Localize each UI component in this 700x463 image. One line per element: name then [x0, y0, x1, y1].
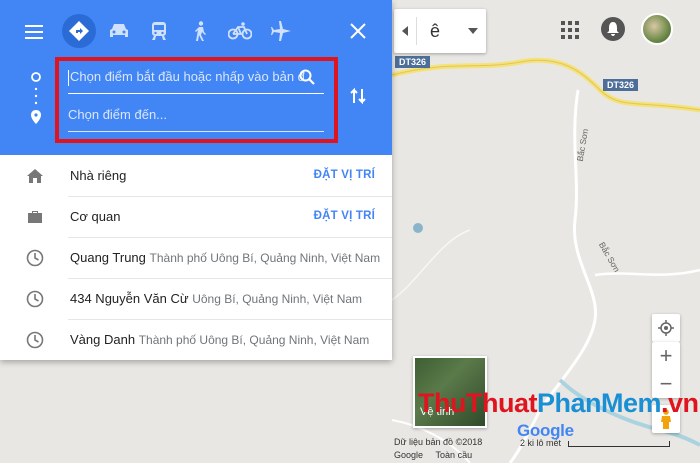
directions-panel: Chọn điểm bắt đầu hoặc nhấp vào bản đ Ch… [0, 0, 392, 360]
notifications-button[interactable] [601, 17, 625, 41]
car-icon [110, 24, 128, 37]
route-dots-icon [31, 72, 41, 124]
highlight-box [55, 57, 338, 143]
home-icon [27, 169, 43, 183]
history-icon [26, 249, 44, 267]
flight-icon [271, 21, 291, 41]
attribution-line: Dữ liệu bản đồ ©2018 [394, 437, 483, 447]
directions-icon [69, 21, 89, 41]
close-icon [350, 23, 366, 39]
recent-place-title: 434 Nguyễn Văn Cừ [70, 291, 189, 306]
mode-transit-button[interactable] [146, 18, 172, 44]
travel-mode-bar [0, 0, 392, 62]
layer-selector[interactable]: ê [394, 9, 486, 53]
swap-button[interactable] [346, 84, 370, 108]
attribution-google[interactable]: Google [394, 450, 423, 460]
chevron-down-icon [468, 28, 478, 34]
mode-walking-button[interactable] [187, 18, 213, 44]
divider [416, 17, 417, 45]
my-location-icon [658, 320, 674, 336]
recent-place-title: Quang Trung [70, 250, 146, 265]
set-home-button[interactable]: ĐẶT VỊ TRÍ [314, 155, 375, 196]
road-label: DT326 [395, 56, 431, 68]
swap-icon [350, 87, 366, 105]
my-location-button[interactable] [652, 314, 680, 342]
close-button[interactable] [346, 19, 370, 43]
briefcase-icon [28, 211, 42, 223]
mode-car-button[interactable] [106, 18, 132, 44]
transit-icon [152, 22, 166, 40]
list-item[interactable]: Quang Trung Thành phố Uông Bí, Quảng Nin… [0, 237, 392, 278]
recent-place-title: Vàng Danh [70, 332, 136, 347]
watermark-part: .vn [661, 388, 699, 418]
watermark-part: ThuThuat [418, 388, 537, 418]
set-work-button[interactable]: ĐẶT VỊ TRÍ [314, 196, 375, 237]
collapse-panel-button[interactable] [394, 9, 416, 53]
chevron-left-icon [402, 26, 408, 36]
mode-directions-button[interactable] [62, 14, 96, 48]
recent-place-subtitle: Thành phố Uông Bí, Quảng Ninh, Việt Nam [149, 251, 381, 265]
menu-icon [25, 25, 43, 39]
apps-button[interactable] [558, 18, 582, 42]
layer-label: ê [430, 21, 441, 41]
watermark-part: PhanMem [536, 388, 662, 418]
apps-grid-icon [561, 21, 579, 39]
recent-place: Quang Trung Thành phố Uông Bí, Quảng Nin… [70, 237, 380, 279]
history-icon [26, 290, 44, 308]
avatar[interactable] [641, 13, 673, 45]
layer-dropdown-button[interactable] [460, 9, 486, 53]
work-label: Cơ quan [70, 209, 121, 224]
walking-icon [195, 21, 206, 41]
recent-place-subtitle: Uông Bí, Quảng Ninh, Việt Nam [192, 292, 363, 306]
mode-flight-button[interactable] [268, 18, 294, 44]
map-attribution: Dữ liệu bản đồ ©2018 Google Toàn cầu [394, 436, 482, 462]
recent-place-subtitle: Thành phố Uông Bí, Quảng Ninh, Việt Nam [138, 333, 370, 347]
road-label: DT326 [603, 79, 639, 91]
menu-button[interactable] [22, 20, 46, 44]
mode-bicycle-button[interactable] [226, 18, 254, 44]
bell-icon [607, 22, 619, 36]
bicycle-icon [228, 22, 252, 40]
list-item-work[interactable]: Cơ quan ĐẶT VỊ TRÍ [0, 196, 392, 237]
scale-bar[interactable]: 2 ki lô mét [520, 438, 670, 448]
home-label: Nhà riêng [70, 168, 127, 183]
attribution-global[interactable]: Toàn cầu [436, 450, 473, 460]
recent-place: Vàng Danh Thành phố Uông Bí, Quảng Ninh,… [70, 319, 369, 361]
scale-label: 2 ki lô mét [520, 438, 562, 448]
scale-line [567, 440, 670, 447]
history-icon [26, 331, 44, 349]
list-item-home[interactable]: Nhà riêng ĐẶT VỊ TRÍ [0, 155, 392, 196]
recent-place: 434 Nguyễn Văn Cừ Uông Bí, Quảng Ninh, V… [70, 278, 362, 320]
zoom-in-button[interactable]: + [652, 342, 680, 370]
watermark: ThuThuatPhanMem.vn [418, 388, 699, 419]
list-item[interactable]: 434 Nguyễn Văn Cừ Uông Bí, Quảng Ninh, V… [0, 278, 392, 319]
list-item[interactable]: Vàng Danh Thành phố Uông Bí, Quảng Ninh,… [0, 319, 392, 360]
